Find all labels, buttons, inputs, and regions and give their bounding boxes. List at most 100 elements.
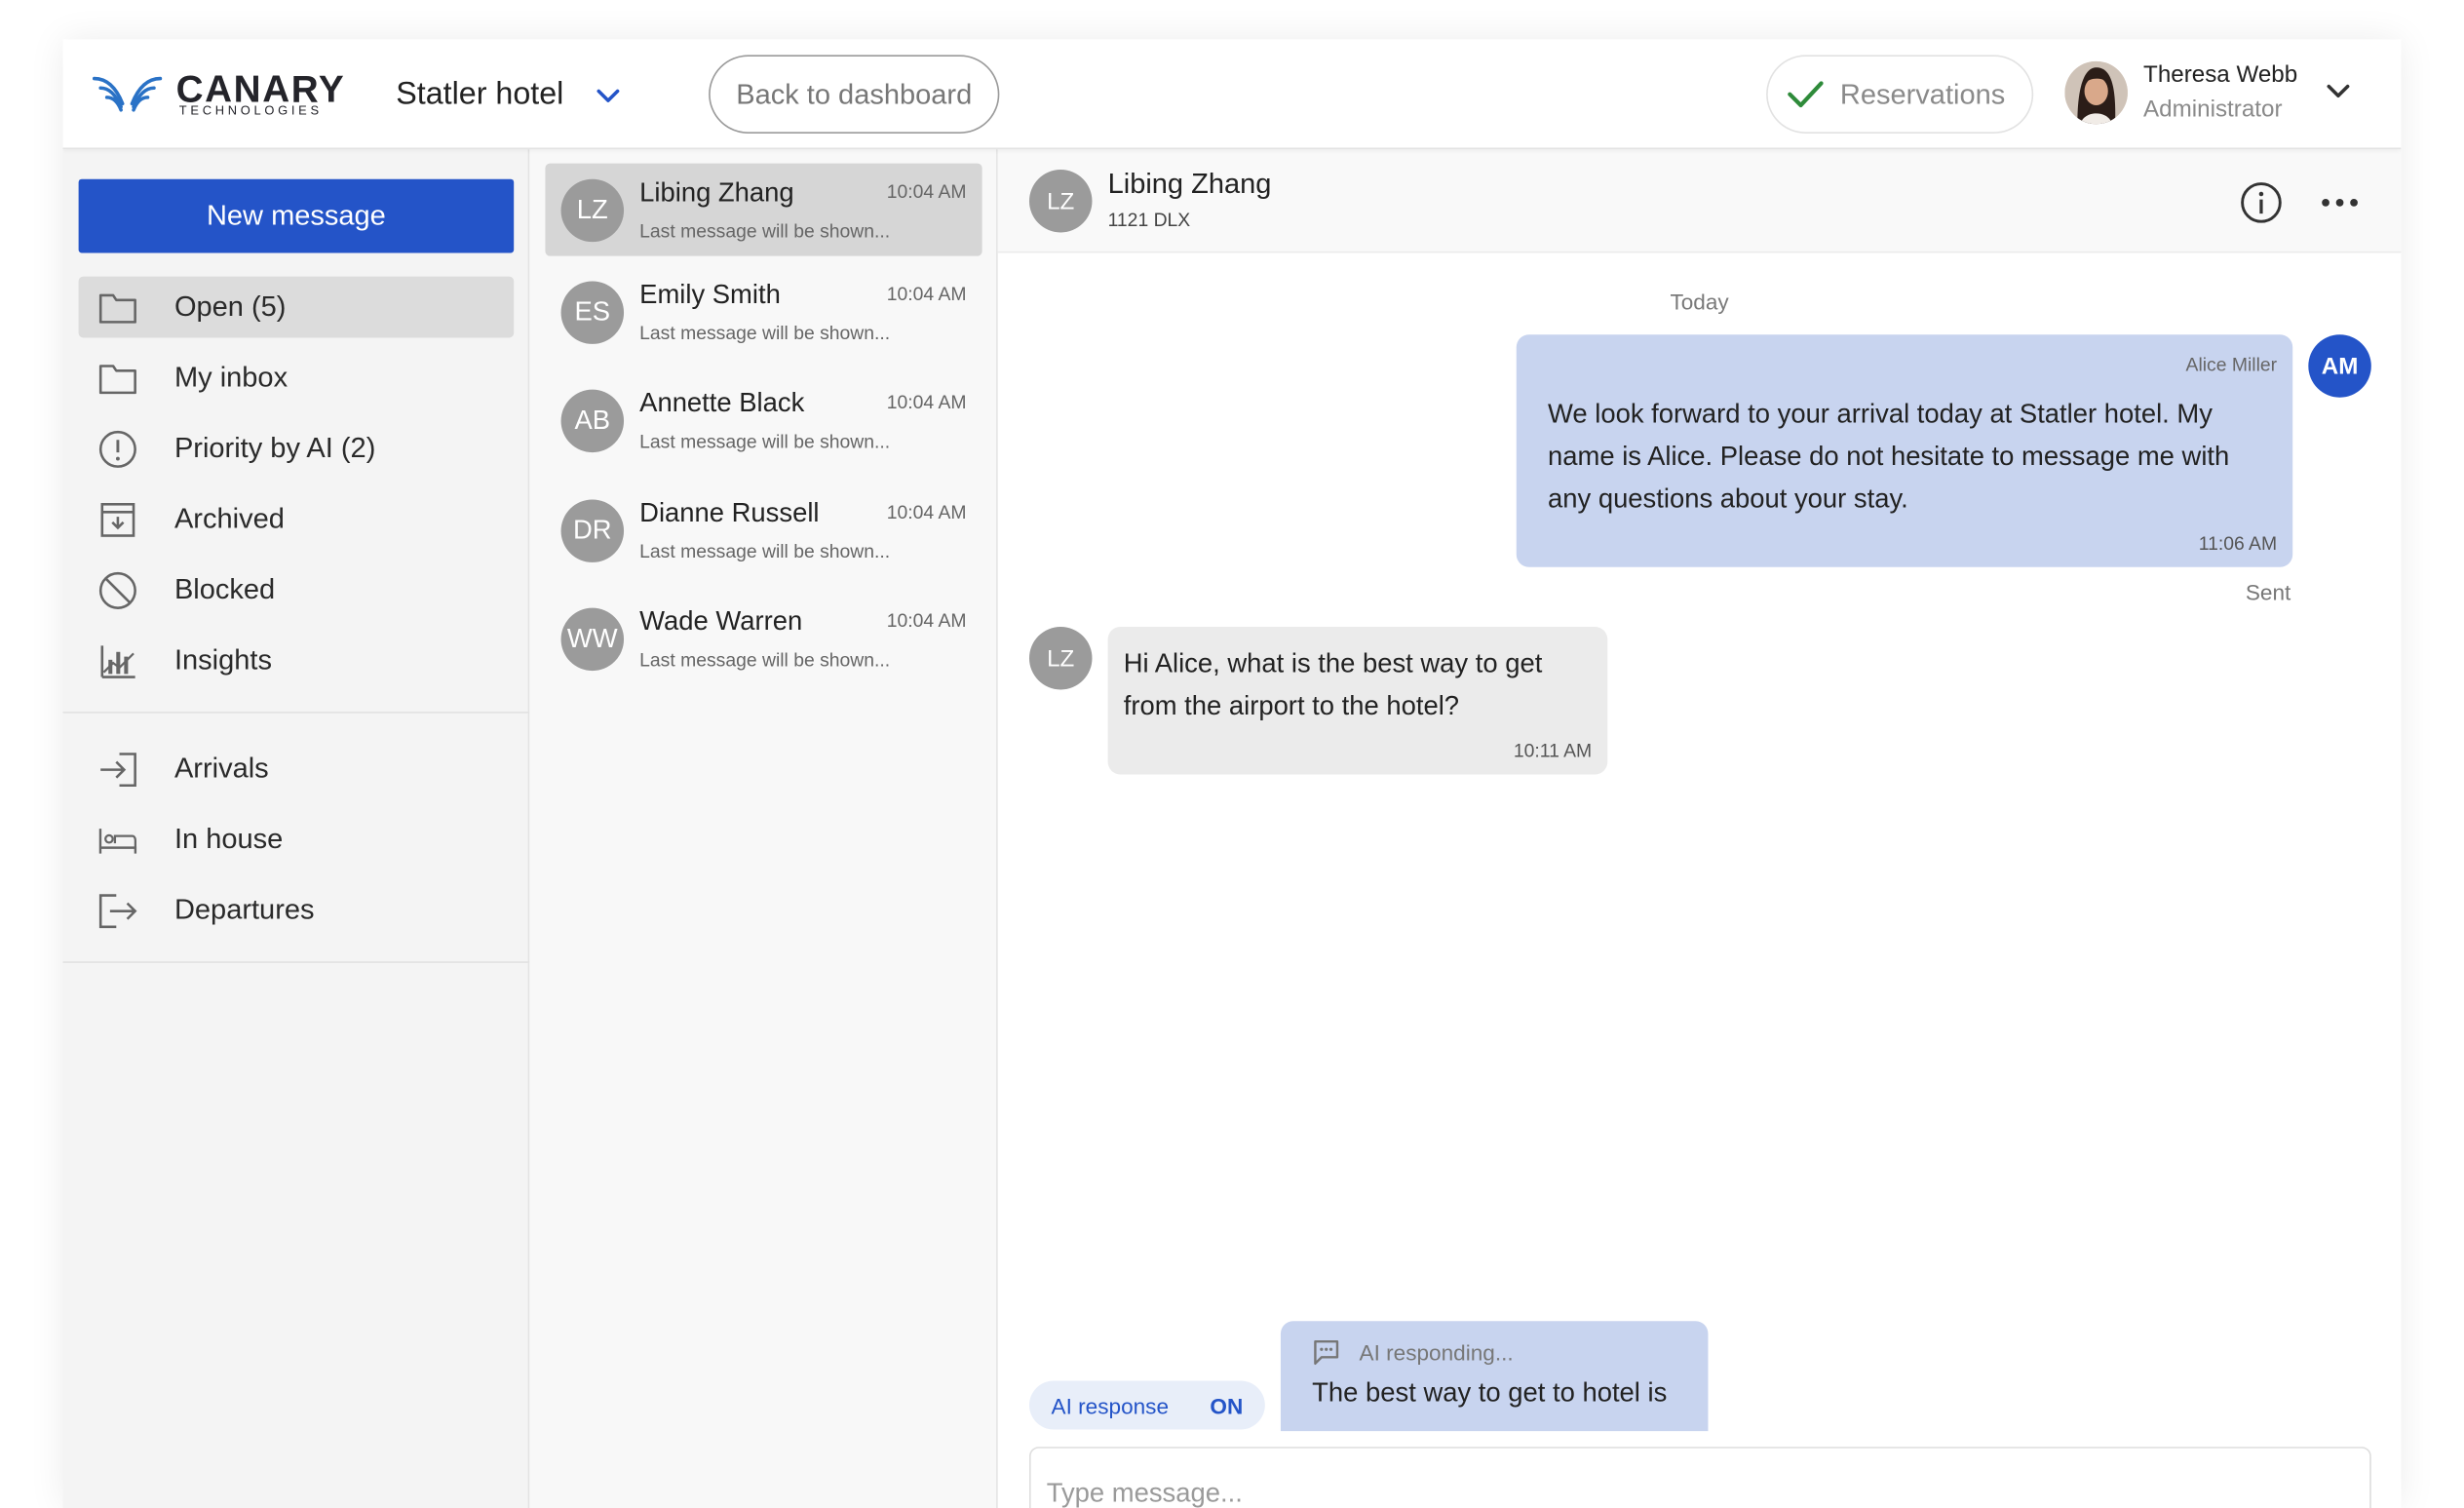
message-time: 10:11 AM — [1513, 740, 1593, 762]
chat-header: LZ Libing Zhang 1121 DLX — [997, 149, 2402, 253]
conversation-preview: Last message will be shown... — [639, 219, 891, 243]
conversation-time: 10:04 AM — [886, 609, 967, 632]
conversation-time: 10:04 AM — [886, 283, 967, 305]
canary-logo-icon — [92, 76, 163, 112]
brand-tagline: TECHNOLOGIES — [178, 103, 323, 118]
conversation-item[interactable]: LZ Libing Zhang 10:04 AM Last message wi… — [545, 163, 982, 256]
info-button[interactable] — [2239, 180, 2283, 224]
top-bar: CANARY TECHNOLOGIES Statler hotel Back t… — [62, 39, 2402, 150]
message-input[interactable] — [1028, 1447, 2371, 1508]
message-status: Sent — [2245, 579, 2291, 605]
sidebar: New message Open (5) My inbox Priority b… — [62, 149, 530, 1508]
chat-bubble-icon — [1314, 1340, 1339, 1365]
new-message-button[interactable]: New message — [78, 178, 515, 253]
avatar: AM — [2308, 334, 2371, 398]
sidebar-item-blocked[interactable]: Blocked — [79, 560, 515, 621]
avatar: AB — [560, 389, 625, 453]
checkmark-icon — [1788, 81, 1824, 108]
sidebar-item-label: Archived — [173, 502, 285, 534]
departures-icon — [97, 890, 138, 931]
brand-logo[interactable]: CANARY TECHNOLOGIES — [92, 69, 344, 120]
ai-draft-message: AI responding... The best way to get to … — [1280, 1321, 1709, 1432]
more-horizontal-icon — [2322, 199, 2358, 207]
more-options-button[interactable] — [2318, 180, 2362, 224]
outgoing-message: Alice Miller We look forward to your arr… — [1516, 334, 2293, 567]
conversation-item[interactable]: DR Dianne Russell 10:04 AM Last message … — [545, 483, 982, 576]
user-menu[interactable]: Theresa Webb Administrator — [2064, 60, 2378, 128]
chevron-down-icon — [2327, 84, 2350, 98]
conversation-list: LZ Libing Zhang 10:04 AM Last message wi… — [529, 149, 998, 1508]
reservations-status-button[interactable]: Reservations — [1766, 55, 2034, 134]
sidebar-item-label: Blocked — [173, 573, 276, 605]
date-separator: Today — [1670, 289, 1729, 315]
conversation-preview: Last message will be shown... — [639, 540, 891, 562]
conversation-item[interactable]: AB Annette Black 10:04 AM Last message w… — [545, 374, 982, 467]
guest-room: 1121 DLX — [1107, 209, 1191, 231]
folder-icon — [97, 358, 138, 399]
sidebar-item-in-house[interactable]: In house — [79, 809, 515, 870]
avatar: LZ — [1028, 170, 1093, 233]
bed-icon — [97, 819, 138, 860]
chevron-down-icon — [597, 89, 619, 102]
message-sender: Alice Miller — [2185, 353, 2278, 376]
arrivals-icon — [97, 749, 138, 790]
conversation-preview: Last message will be shown... — [639, 322, 891, 344]
reservations-label: Reservations — [1839, 77, 2006, 109]
message-text: We look forward to your arrival today at… — [1548, 399, 2230, 514]
sidebar-item-open[interactable]: Open (5) — [78, 276, 515, 338]
user-name: Theresa Webb — [2143, 60, 2298, 89]
ai-response-toggle[interactable]: AI response ON — [1028, 1380, 1265, 1430]
conversation-time: 10:04 AM — [886, 501, 967, 523]
sidebar-item-label: My inbox — [173, 361, 289, 393]
sidebar-item-label: Open (5) — [173, 290, 287, 323]
hotel-name: Statler hotel — [396, 76, 564, 111]
sidebar-item-arrivals[interactable]: Arrivals — [79, 738, 515, 799]
ai-response-state: ON — [1210, 1392, 1244, 1418]
folder-icon — [97, 287, 138, 328]
insights-icon — [97, 640, 138, 681]
avatar: WW — [560, 607, 625, 672]
avatar: LZ — [560, 178, 625, 243]
sidebar-item-insights[interactable]: Insights — [79, 630, 515, 691]
sidebar-item-my-inbox[interactable]: My inbox — [79, 347, 515, 408]
ai-status: AI responding... — [1359, 1339, 1514, 1366]
blocked-icon — [97, 569, 138, 610]
conversation-name: Annette Black — [639, 388, 805, 418]
sidebar-item-departures[interactable]: Departures — [79, 879, 515, 941]
app-window: CANARY TECHNOLOGIES Statler hotel Back t… — [62, 39, 2402, 1508]
sidebar-divider — [62, 712, 530, 714]
sidebar-item-priority-by-ai[interactable]: Priority by AI (2) — [79, 418, 515, 480]
archive-icon — [97, 499, 138, 540]
conversation-item[interactable]: ES Emily Smith 10:04 AM Last message wil… — [545, 265, 982, 358]
conversation-name: Emily Smith — [639, 279, 781, 310]
avatar: ES — [560, 281, 625, 344]
conversation-preview: Last message will be shown... — [639, 648, 891, 672]
user-avatar — [2064, 60, 2128, 125]
avatar: LZ — [1028, 626, 1093, 690]
info-icon — [2241, 182, 2282, 223]
sidebar-item-label: Arrivals — [173, 752, 269, 785]
message-text: Hi Alice, what is the best way to get fr… — [1123, 648, 1543, 721]
user-photo-icon — [2064, 60, 2128, 125]
sidebar-divider — [62, 961, 530, 963]
exclamation-circle-icon — [97, 428, 138, 469]
sidebar-item-archived[interactable]: Archived — [79, 488, 515, 550]
conversation-item[interactable]: WW Wade Warren 10:04 AM Last message wil… — [545, 593, 982, 685]
sidebar-item-label: Departures — [173, 893, 315, 926]
incoming-message: Hi Alice, what is the best way to get fr… — [1107, 626, 1608, 775]
sidebar-item-label: In house — [173, 823, 284, 855]
conversation-preview: Last message will be shown... — [639, 430, 891, 453]
conversation-name: Libing Zhang — [639, 177, 794, 208]
avatar: DR — [560, 499, 625, 562]
user-role: Administrator — [2143, 96, 2283, 123]
hotel-selector[interactable]: Statler hotel — [396, 74, 620, 115]
chat-panel: LZ Libing Zhang 1121 DLX Today Alice Mil… — [997, 149, 2402, 1508]
ai-response-label: AI response — [1051, 1392, 1170, 1418]
ai-draft-text: The best way to get to hotel is — [1312, 1377, 1668, 1408]
conversation-time: 10:04 AM — [886, 391, 967, 413]
sidebar-item-label: Priority by AI (2) — [173, 432, 376, 464]
conversation-name: Wade Warren — [639, 606, 803, 637]
guest-name: Libing Zhang — [1107, 168, 1272, 200]
back-to-dashboard-button[interactable]: Back to dashboard — [709, 55, 1000, 134]
sidebar-item-label: Insights — [173, 643, 272, 676]
